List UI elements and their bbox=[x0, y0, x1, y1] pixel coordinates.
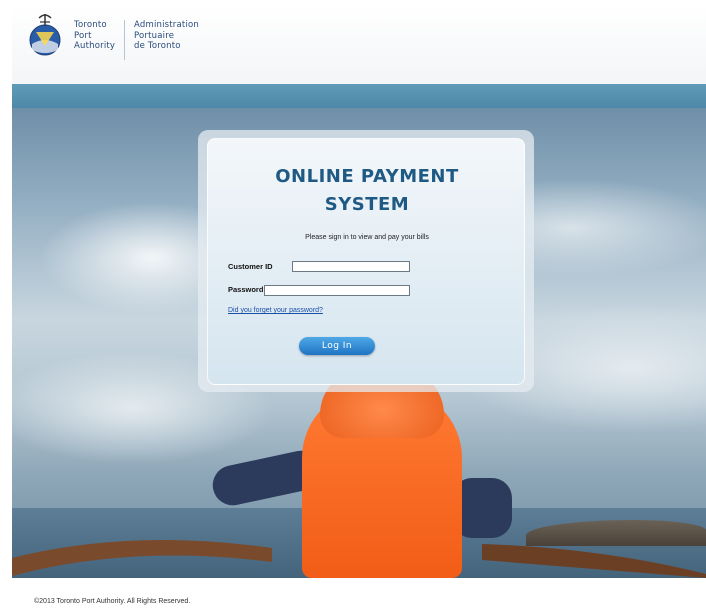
boat-gunwale bbox=[12, 540, 706, 578]
org-name-en-line: Port bbox=[74, 30, 92, 41]
copyright-footer: ©2013 Toronto Port Authority. All Rights… bbox=[34, 598, 191, 605]
password-input[interactable] bbox=[264, 285, 410, 296]
title-line: ONLINE PAYMENT bbox=[275, 166, 459, 187]
title-line: SYSTEM bbox=[324, 194, 410, 215]
page-title: ONLINE PAYMENT SYSTEM bbox=[208, 163, 526, 219]
org-name-fr-line: de Toronto bbox=[134, 41, 181, 51]
signin-instructions: Please sign in to view and pay your bill… bbox=[305, 234, 429, 241]
site-header: Toronto Port Authority Administration Po… bbox=[12, 4, 706, 84]
org-name-en-line: Toronto bbox=[74, 20, 107, 30]
customer-id-label: Customer ID bbox=[228, 262, 273, 271]
login-button[interactable]: Log In bbox=[299, 337, 375, 355]
page: Toronto Port Authority Administration Po… bbox=[0, 0, 706, 615]
port-authority-logo-icon bbox=[29, 14, 61, 56]
customer-id-input[interactable] bbox=[292, 261, 410, 272]
logo-divider bbox=[124, 20, 125, 60]
org-name-english: Toronto Port Authority bbox=[74, 20, 115, 52]
org-name-fr-line: Administration bbox=[134, 20, 199, 30]
login-panel: ONLINE PAYMENT SYSTEM Please sign in to … bbox=[198, 130, 534, 392]
org-name-fr-line: Portuaire bbox=[134, 30, 175, 41]
forgot-password-link[interactable]: Did you forget your password? bbox=[228, 307, 323, 314]
org-name-en-line: Authority bbox=[74, 41, 116, 51]
org-name-french: Administration Portuaire de Toronto bbox=[134, 20, 199, 52]
password-label: Password bbox=[228, 285, 264, 294]
header-bar bbox=[12, 84, 706, 108]
login-form: ONLINE PAYMENT SYSTEM Please sign in to … bbox=[207, 138, 525, 385]
